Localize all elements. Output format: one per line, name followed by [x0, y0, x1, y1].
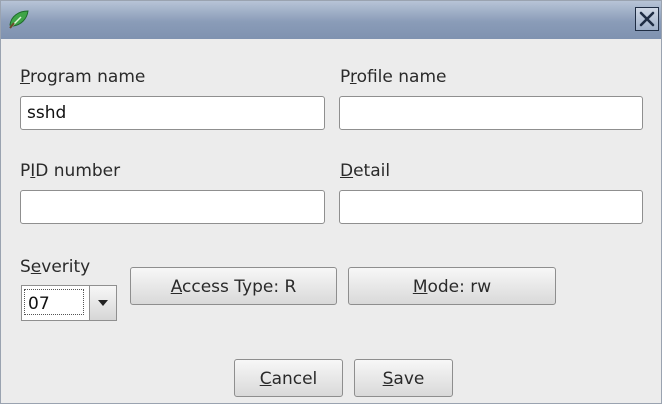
save-button[interactable]: Save	[354, 359, 453, 397]
cancel-button-label: Cancel	[259, 369, 318, 389]
save-button-label: Save	[382, 369, 425, 389]
detail-input[interactable]	[339, 190, 643, 224]
title-bar[interactable]	[1, 1, 661, 39]
dialog-window: Program name Profile name PID number Det…	[0, 0, 662, 404]
mode-button[interactable]: Mode: rw	[348, 267, 556, 305]
cancel-button[interactable]: Cancel	[234, 359, 343, 397]
profile-name-label: Profile name	[340, 67, 447, 87]
detail-label: Detail	[340, 161, 391, 181]
program-name-label: Program name	[20, 67, 146, 87]
app-icon	[7, 7, 31, 31]
close-button[interactable]	[635, 7, 659, 31]
pid-number-label: PID number	[20, 161, 121, 181]
access-type-button[interactable]: Access Type: R	[130, 267, 337, 305]
profile-name-input[interactable]	[339, 96, 643, 130]
severity-dropdown[interactable]: 07	[21, 285, 117, 321]
mode-button-label: Mode: rw	[412, 277, 492, 297]
access-type-button-label: Access Type: R	[170, 277, 297, 297]
severity-dropdown-button[interactable]	[89, 285, 117, 321]
focus-ring	[24, 289, 84, 315]
program-name-input[interactable]	[20, 96, 325, 130]
pid-number-input[interactable]	[20, 190, 325, 224]
severity-label: Severity	[20, 257, 91, 277]
